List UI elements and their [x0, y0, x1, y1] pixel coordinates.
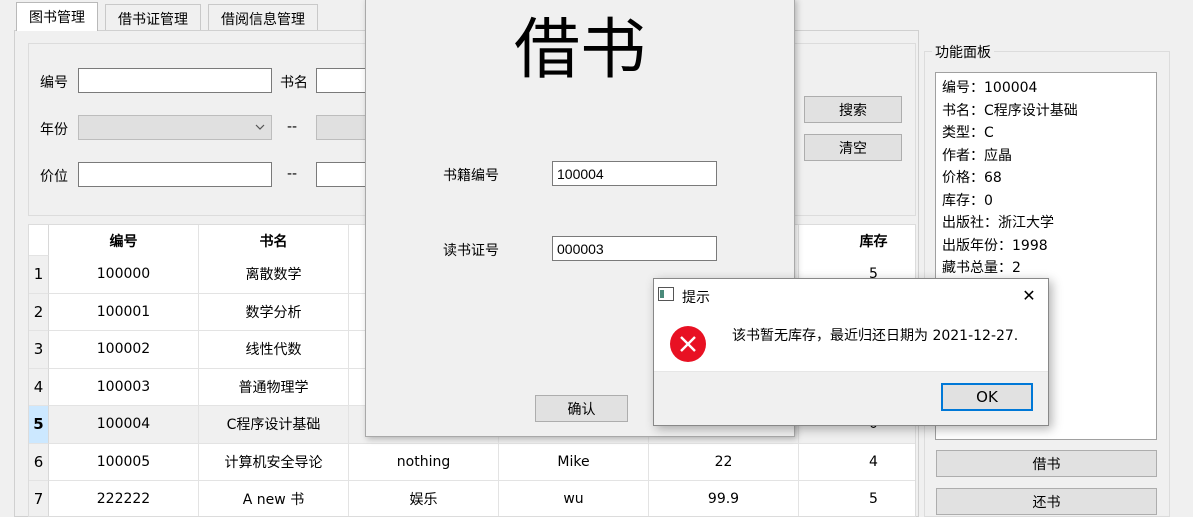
name-label: 书名 [280, 75, 308, 91]
table-cell[interactable]: 99.9 [649, 481, 799, 516]
price-range-separator: -- [287, 166, 298, 182]
row-header[interactable]: 4 [29, 368, 49, 406]
close-icon[interactable]: ✕ [1014, 281, 1044, 309]
column-header[interactable]: 书名 [199, 225, 349, 256]
table-cell[interactable]: 线性代数 [199, 331, 349, 369]
info-line: 类型：C [942, 125, 994, 141]
tab-borrow-info-management[interactable]: 借阅信息管理 [208, 4, 318, 30]
search-button[interactable]: 搜索 [804, 96, 902, 123]
table-cell[interactable]: 普通物理学 [199, 368, 349, 406]
book-id-input[interactable] [552, 161, 717, 186]
year-from-select[interactable] [78, 115, 272, 140]
column-header[interactable]: 编号 [49, 225, 199, 256]
table-cell[interactable]: wu [499, 481, 649, 516]
price-label: 价位 [40, 169, 68, 185]
price-min-input[interactable] [78, 162, 272, 187]
id-label: 编号 [40, 75, 68, 91]
row-header[interactable]: 1 [29, 256, 49, 294]
card-id-label: 读书证号 [443, 243, 499, 259]
clear-button[interactable]: 清空 [804, 134, 902, 161]
error-icon [670, 326, 706, 362]
window-icon [658, 287, 674, 301]
column-header[interactable]: 库存 [799, 225, 915, 256]
info-line: 库存：0 [942, 192, 993, 209]
tab-book-management[interactable]: 图书管理 [16, 2, 98, 31]
book-id-label: 书籍编号 [443, 168, 499, 184]
table-cell[interactable]: 娱乐 [349, 481, 499, 516]
confirm-button[interactable]: 确认 [535, 395, 628, 422]
info-line: 出版年份：1998 [942, 237, 1048, 254]
id-input[interactable] [78, 68, 272, 93]
row-header[interactable]: 3 [29, 331, 49, 369]
message-box-titlebar: 提示 ✕ [654, 279, 1048, 311]
table-cell[interactable]: C程序设计基础 [199, 406, 349, 444]
table-cell[interactable]: 100002 [49, 331, 199, 369]
table-cell[interactable]: 22 [649, 443, 799, 481]
message-box-title: 提示 [682, 290, 710, 306]
info-line: 藏书总量：2 [942, 260, 1021, 276]
return-button[interactable]: 还书 [936, 488, 1157, 515]
info-line: 书名：C程序设计基础 [942, 102, 1078, 119]
table-cell[interactable]: 222222 [49, 481, 199, 516]
table-cell[interactable]: Mike [499, 443, 649, 481]
row-header[interactable]: 7 [29, 481, 49, 516]
message-box: 提示 ✕ 该书暂无库存，最近归还日期为 2021-12-27. OK [653, 278, 1049, 426]
chevron-down-icon [255, 124, 265, 130]
table-cell[interactable]: A new 书 [199, 481, 349, 516]
row-header[interactable]: 6 [29, 443, 49, 481]
table-cell[interactable]: 100004 [49, 406, 199, 444]
table-cell[interactable]: 数学分析 [199, 293, 349, 331]
info-line: 价格：68 [942, 170, 1002, 186]
message-box-footer: OK [654, 371, 1048, 425]
ok-button[interactable]: OK [941, 383, 1033, 411]
table-cell[interactable]: 计算机安全导论 [199, 443, 349, 481]
row-header[interactable]: 2 [29, 293, 49, 331]
table-corner [29, 225, 49, 256]
message-text: 该书暂无库存，最近归还日期为 2021-12-27. [732, 328, 1019, 344]
table-cell[interactable]: 100000 [49, 256, 199, 294]
table-cell[interactable]: nothing [349, 443, 499, 481]
row-header[interactable]: 5 [29, 406, 49, 444]
info-line: 编号：100004 [942, 80, 1038, 96]
table-cell[interactable]: 5 [799, 481, 915, 516]
table-cell[interactable]: 4 [799, 444, 915, 481]
card-id-input[interactable] [552, 236, 717, 261]
function-panel-title: 功能面板 [932, 42, 994, 62]
info-line: 出版社：浙江大学 [942, 215, 1054, 231]
year-range-separator: -- [287, 119, 298, 135]
table-cell[interactable]: 100005 [49, 443, 199, 481]
table-cell[interactable]: 100003 [49, 368, 199, 406]
borrow-button[interactable]: 借书 [936, 450, 1157, 477]
table-cell[interactable]: 离散数学 [199, 256, 349, 294]
borrow-dialog-heading: 借书 [514, 11, 646, 88]
tab-card-management[interactable]: 借书证管理 [105, 4, 201, 30]
info-line: 作者：应晶 [942, 147, 1012, 164]
year-label: 年份 [40, 122, 68, 138]
table-cell[interactable]: 100001 [49, 293, 199, 331]
